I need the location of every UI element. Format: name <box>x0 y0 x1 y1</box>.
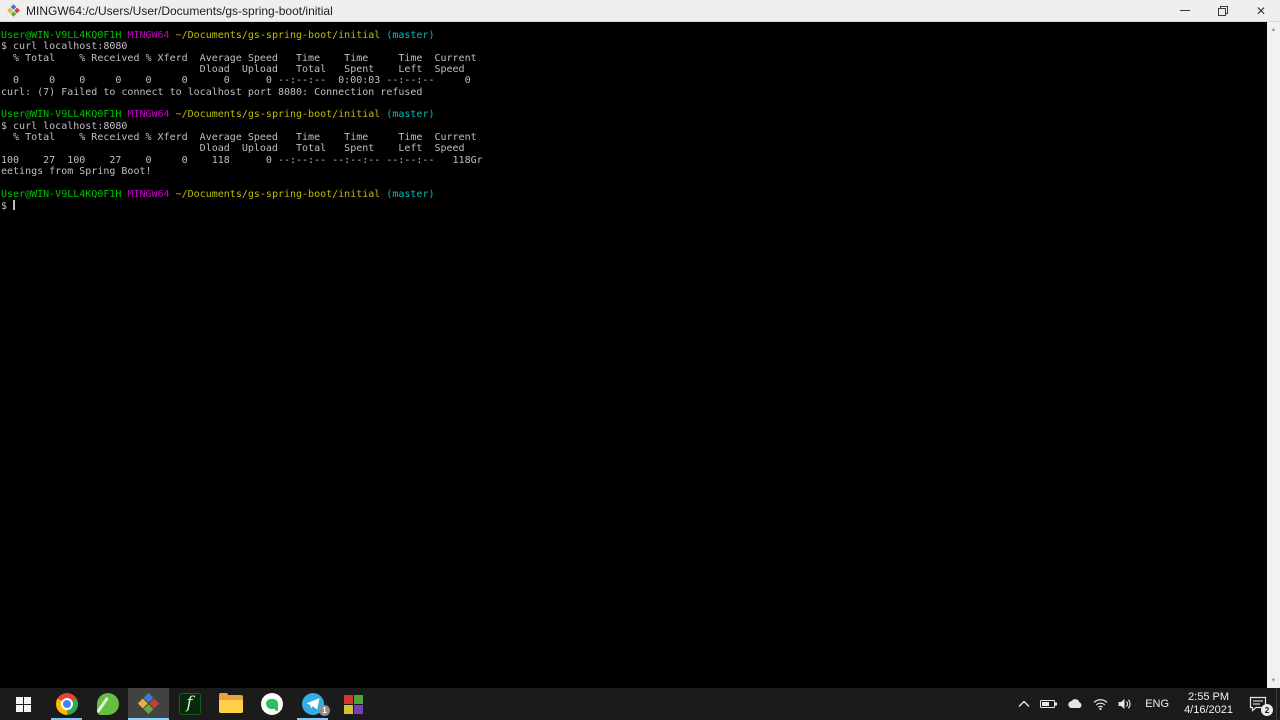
terminal-line: User@WIN-V9LL4KQ0F1H MINGW64 ~/Documents… <box>1 109 435 121</box>
battery-icon <box>1040 700 1058 708</box>
tray-time: 2:55 PM <box>1188 691 1230 703</box>
gitbash-window-icon <box>7 4 20 17</box>
restore-button[interactable] <box>1204 0 1242 22</box>
terminal-line: 100 27 100 27 0 0 118 0 --:--:-- --:--:-… <box>1 154 483 166</box>
windows-logo-icon <box>15 696 31 712</box>
gitbash-icon <box>137 692 161 716</box>
tray-onedrive-button[interactable] <box>1062 688 1088 720</box>
restore-icon <box>1218 5 1228 16</box>
terminal-line: $ curl localhost:8080 <box>1 41 128 53</box>
tray-expand-button[interactable] <box>1013 688 1035 720</box>
tray-wifi-button[interactable] <box>1088 688 1113 720</box>
terminal-line: Dload Upload Total Spent Left Speed <box>1 64 465 76</box>
close-button[interactable]: ✕ <box>1242 0 1280 22</box>
taskbar: f 1 ENG 2:55 PM 4/16/2021 2 <box>0 688 1280 720</box>
colored-tiles-icon <box>344 694 363 714</box>
wifi-icon <box>1093 698 1108 710</box>
start-button[interactable] <box>0 688 46 720</box>
minimize-button[interactable] <box>1166 0 1204 22</box>
tray-volume-button[interactable] <box>1113 688 1137 720</box>
terminal-cursor <box>13 200 16 211</box>
scrollbar-down-icon[interactable]: ▼ <box>1267 674 1280 687</box>
taskbar-gitbash-button[interactable] <box>128 688 169 720</box>
taskbar-chrome-button[interactable] <box>46 688 87 720</box>
terminal-line: % Total % Received % Xferd Average Speed… <box>1 52 477 64</box>
speaker-icon <box>1118 699 1131 709</box>
action-center-button[interactable]: 2 <box>1240 688 1276 720</box>
tray-clock[interactable]: 2:55 PM 4/16/2021 <box>1177 691 1240 717</box>
terminal-line: eetings from Spring Boot! <box>1 166 152 178</box>
terminal-line: User@WIN-V9LL4KQ0F1H MINGW64 ~/Documents… <box>1 30 435 41</box>
terminal-line: $ <box>1 200 16 213</box>
taskbar-spring-button[interactable] <box>87 688 128 720</box>
system-tray: ENG 2:55 PM 4/16/2021 2 <box>1013 688 1280 720</box>
notification-badge: 2 <box>1261 704 1273 716</box>
terminal-scrollbar[interactable]: ▲ ▼ <box>1267 22 1280 688</box>
terminal-line: User@WIN-V9LL4KQ0F1H MINGW64 ~/Documents… <box>1 188 435 200</box>
tray-date: 4/16/2021 <box>1184 704 1233 716</box>
evernote-icon <box>260 693 283 715</box>
terminal-line: $ curl localhost:8080 <box>1 120 128 132</box>
terminal-line: Dload Upload Total Spent Left Speed <box>1 143 465 155</box>
taskbar-tiles-app-button[interactable] <box>333 688 374 720</box>
minimize-icon <box>1180 10 1190 11</box>
tray-battery-button[interactable] <box>1035 688 1062 720</box>
tray-language-button[interactable]: ENG <box>1137 688 1177 720</box>
terminal-output: User@WIN-V9LL4KQ0F1H MINGW64 ~/Documents… <box>1 30 1266 212</box>
close-icon: ✕ <box>1255 3 1267 18</box>
taskbar-telegram-button[interactable]: 1 <box>292 688 333 720</box>
taskbar-explorer-button[interactable] <box>210 688 251 720</box>
cloud-icon <box>1068 699 1082 708</box>
show-desktop-button[interactable] <box>1276 688 1280 720</box>
terminal-line: % Total % Received % Xferd Average Speed… <box>1 132 477 144</box>
taskbar-f-app-button[interactable]: f <box>169 688 210 720</box>
terminal-line: 0 0 0 0 0 0 0 0 --:--:-- 0:00:03 --:--:-… <box>1 75 471 87</box>
telegram-badge: 1 <box>319 705 330 716</box>
scrollbar-up-icon[interactable]: ▲ <box>1267 23 1280 36</box>
terminal-line: curl: (7) Failed to connect to localhost… <box>1 86 423 98</box>
spring-leaf-icon <box>96 693 119 715</box>
window-controls: ✕ <box>1166 0 1280 22</box>
chevron-up-icon <box>1018 700 1030 707</box>
terminal-window[interactable]: User@WIN-V9LL4KQ0F1H MINGW64 ~/Documents… <box>0 22 1280 688</box>
file-explorer-icon <box>218 693 243 713</box>
chrome-icon <box>55 693 78 715</box>
window-titlebar: MINGW64:/c/Users/User/Documents/gs-sprin… <box>0 0 1280 22</box>
taskbar-evernote-button[interactable] <box>251 688 292 720</box>
window-title: MINGW64:/c/Users/User/Documents/gs-sprin… <box>26 3 333 18</box>
f-app-icon: f <box>178 693 201 715</box>
desktop: MINGW64:/c/Users/User/Documents/gs-sprin… <box>0 0 1280 720</box>
